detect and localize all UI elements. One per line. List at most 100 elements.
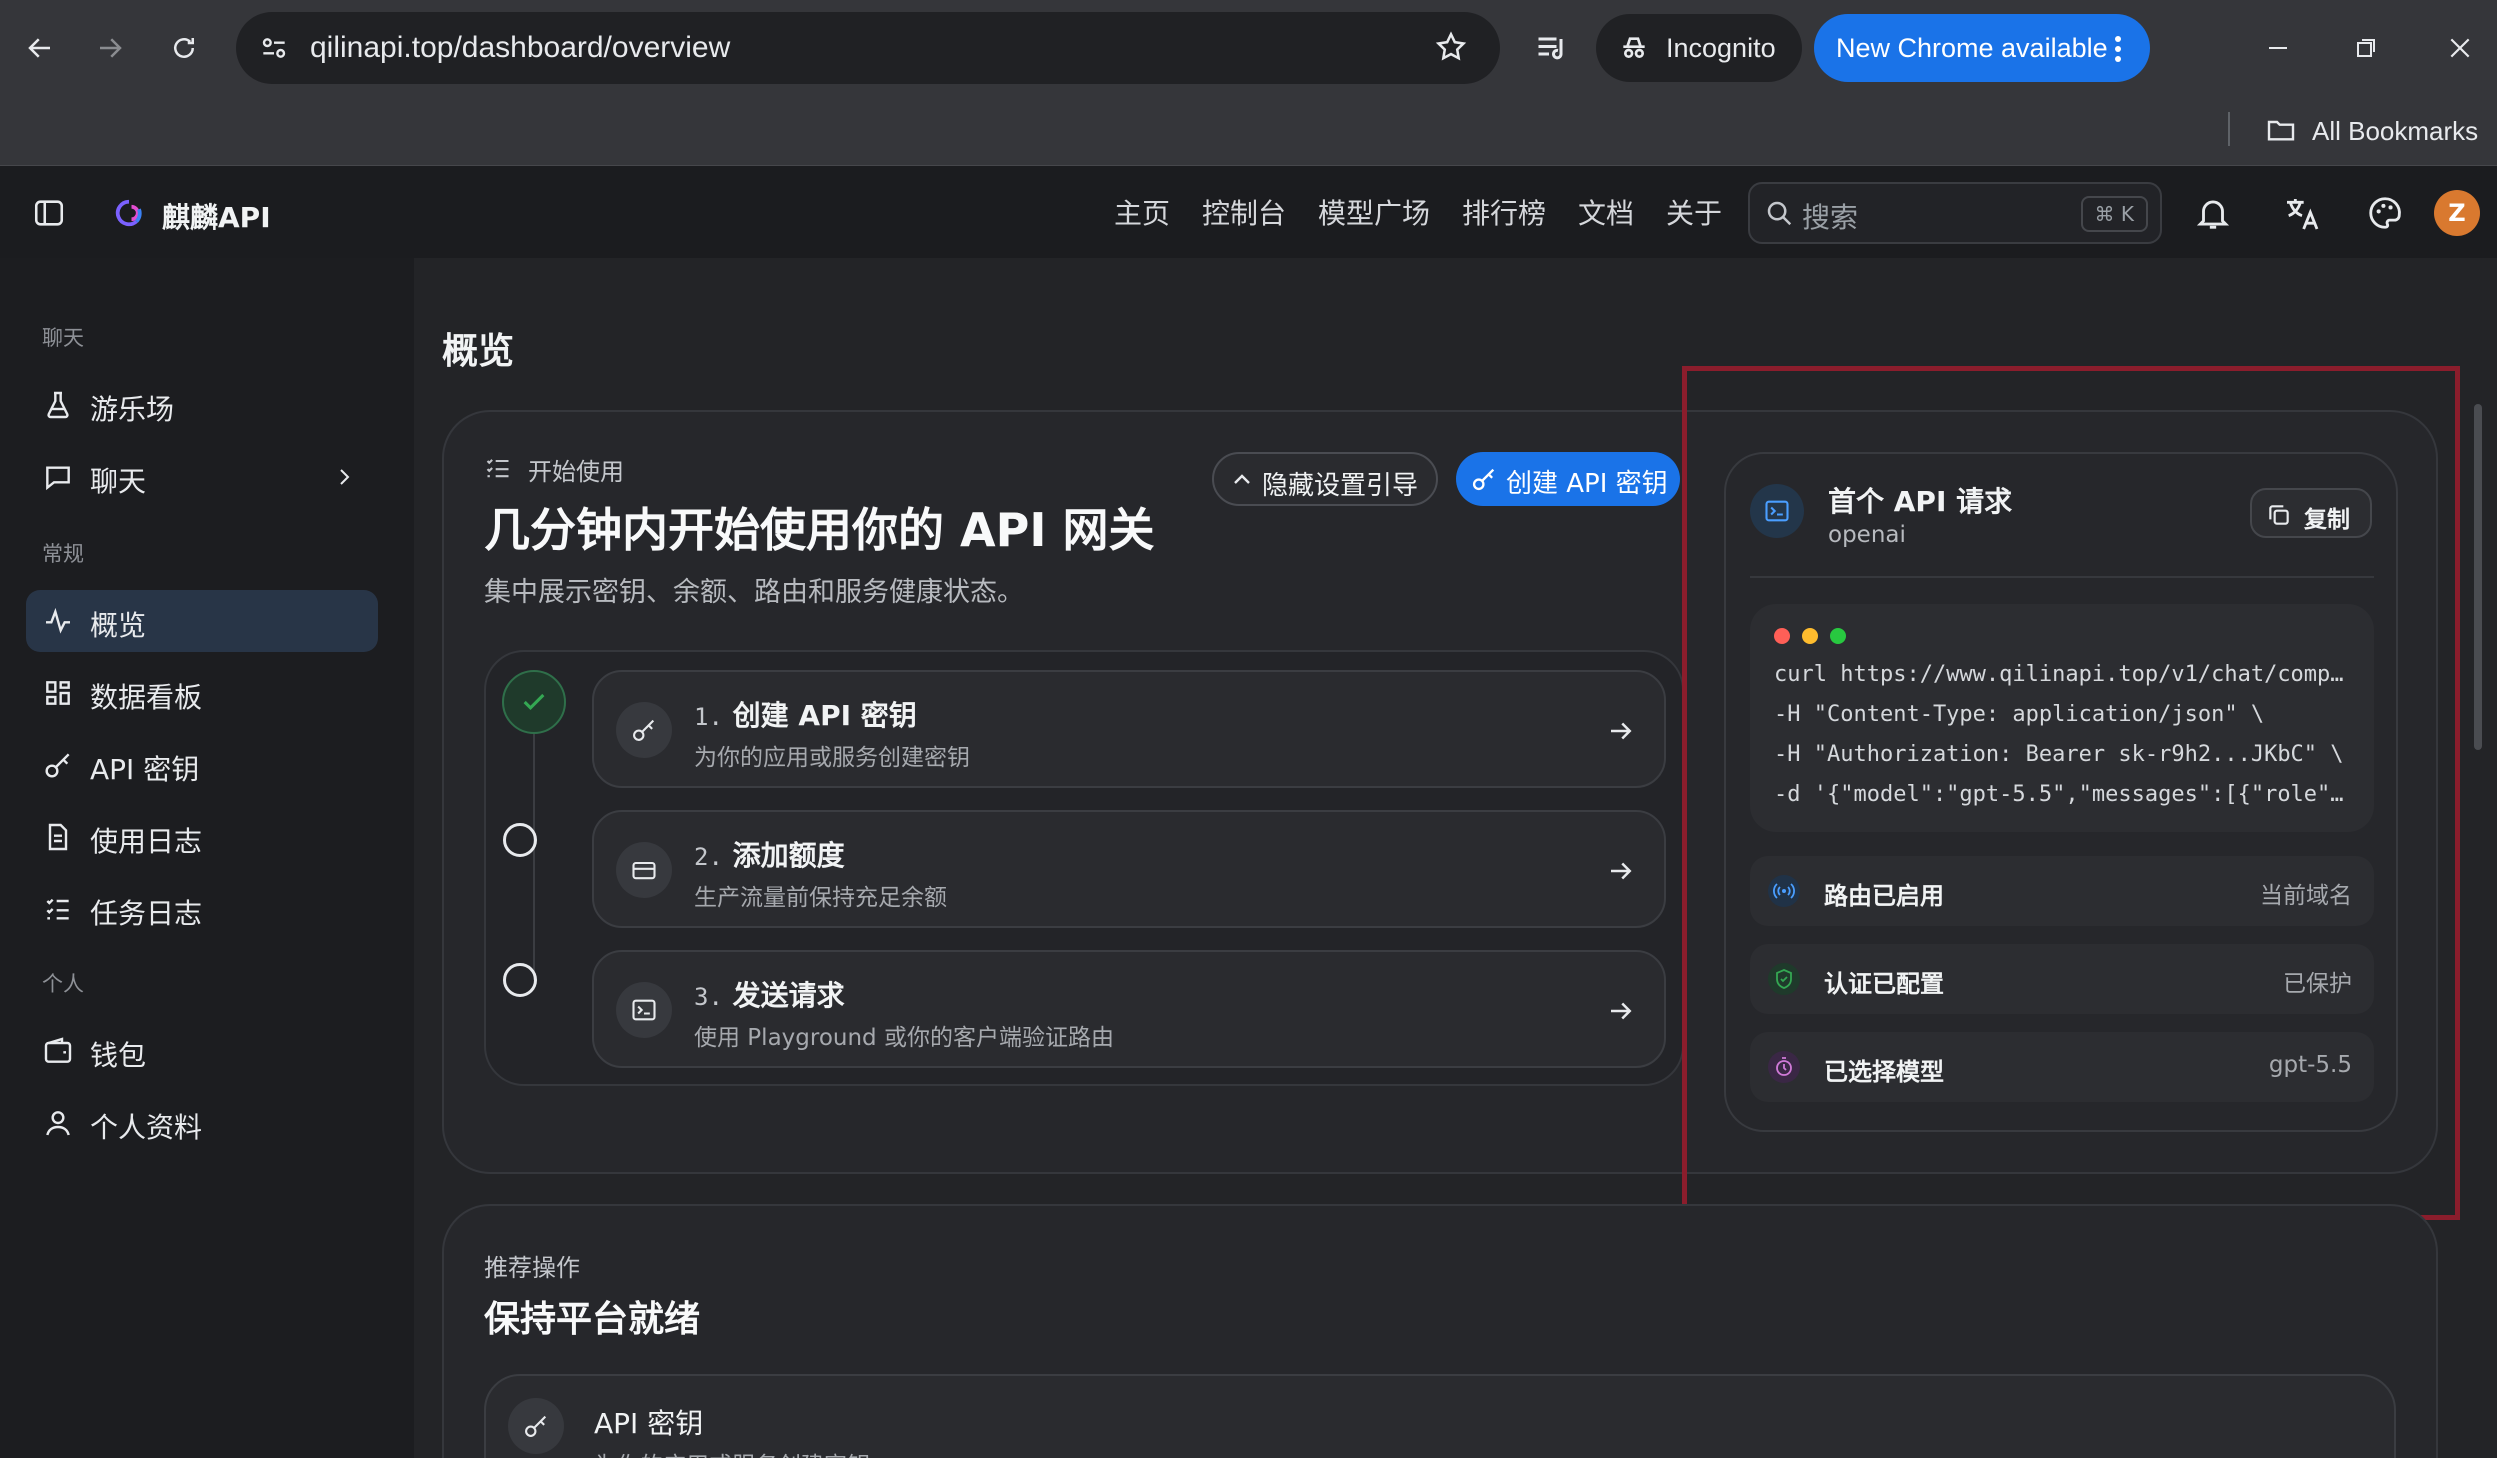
palette-icon[interactable] — [2366, 194, 2404, 232]
sidebar-item-overview[interactable]: 概览 — [26, 590, 378, 652]
flask-icon — [47, 391, 69, 419]
nav-model-square[interactable]: 模型广场 — [1318, 192, 1430, 232]
sidebar: 聊天 游乐场 聊天 常规 概览 数据看板 API 密钥 使用日志 任务日志 个人… — [0, 258, 414, 1458]
step-2-status-pending — [503, 823, 537, 857]
search-box[interactable]: 搜索 ⌘ K — [1748, 182, 2162, 244]
url-text[interactable]: qilinapi.top/dashboard/overview — [310, 12, 730, 84]
step-3-card[interactable]: 3. 发送请求 使用 Playground 或你的客户端验证路由 — [592, 950, 1666, 1068]
step-1-card[interactable]: 1. 创建 API 密钥 为你的应用或服务创建密钥 — [592, 670, 1666, 788]
key-icon — [525, 1415, 547, 1437]
update-label: New Chrome available — [1836, 33, 2108, 63]
arrow-right-icon — [1611, 722, 1632, 740]
step-description: 使用 Playground 或你的客户端验证路由 — [694, 1025, 1114, 1051]
translate-icon[interactable] — [2282, 194, 2322, 234]
sidebar-item-label: 概览 — [90, 609, 147, 642]
sidebar-item-profile[interactable]: 个人资料 — [26, 1092, 378, 1154]
nav-leaderboard[interactable]: 排行榜 — [1462, 192, 1546, 232]
step-icon — [616, 842, 672, 898]
search-shortcut-badge: ⌘ K — [2080, 196, 2148, 232]
hide-guide-button[interactable]: 隐藏设置引导 — [1212, 452, 1438, 506]
sidebar-item-wallet[interactable]: 钱包 — [26, 1020, 378, 1082]
bookmark-star-icon[interactable] — [1434, 30, 1468, 64]
chrome-update-button[interactable]: New Chrome available — [1814, 14, 2150, 82]
sidebar-section-personal: 个人 — [42, 972, 84, 996]
avatar[interactable]: Z — [2434, 190, 2480, 236]
more-vert-icon — [2115, 36, 2121, 62]
close-window-button[interactable] — [2436, 26, 2484, 70]
recommended-item-api-keys[interactable]: API 密钥 为你的应用或服务创建密钥 — [484, 1374, 2396, 1458]
step-icon — [616, 982, 672, 1038]
search-icon — [1767, 201, 1792, 226]
nav-docs[interactable]: 文档 — [1578, 192, 1634, 232]
sidebar-toggle-icon[interactable] — [32, 196, 66, 230]
incognito-icon — [1623, 37, 1645, 58]
all-bookmarks-button[interactable]: All Bookmarks — [2262, 108, 2482, 152]
create-api-key-label: 创建 API 密钥 — [1506, 469, 1668, 499]
nav-home[interactable]: 主页 — [1114, 192, 1170, 232]
forward-button[interactable] — [88, 26, 132, 70]
sidebar-item-task-logs[interactable]: 任务日志 — [26, 878, 378, 940]
bookmarks-bar: All Bookmarks — [0, 98, 2497, 166]
checklist-icon — [486, 459, 509, 478]
media-control-icon[interactable] — [1534, 30, 1570, 66]
step-3-status-pending — [503, 963, 537, 997]
key-icon — [633, 719, 655, 741]
minimize-button[interactable] — [2254, 26, 2302, 70]
step-icon — [616, 702, 672, 758]
all-bookmarks-label: All Bookmarks — [2312, 116, 2479, 146]
app-header: 麒麟API 主页 控制台 模型广场 排行榜 文档 关于 搜索 ⌘ K Z — [0, 166, 2497, 258]
sidebar-item-playground[interactable]: 游乐场 — [26, 374, 378, 436]
sidebar-section-general: 常规 — [42, 542, 84, 566]
back-arrow-icon — [28, 38, 50, 58]
sidebar-item-label: 数据看板 — [90, 681, 203, 714]
folder-icon — [2267, 120, 2295, 141]
sidebar-item-dashboard[interactable]: 数据看板 — [26, 662, 378, 724]
activity-icon — [46, 607, 70, 634]
chat-bubble-icon — [46, 466, 70, 491]
page-title: 概览 — [442, 331, 515, 372]
step-2-card[interactable]: 2. 添加额度 生产流量前保持充足余额 — [592, 810, 1666, 928]
back-button[interactable] — [18, 26, 62, 70]
bell-icon[interactable] — [2194, 194, 2232, 232]
incognito-badge[interactable]: Incognito — [1596, 14, 1802, 82]
getting-started-heading: 几分钟内开始使用你的 API 网关 — [484, 503, 1155, 557]
arrow-right-icon — [1611, 862, 1632, 880]
address-bar[interactable]: qilinapi.top/dashboard/overview — [236, 12, 1500, 84]
chevron-up-icon — [1234, 474, 1250, 484]
nav-about[interactable]: 关于 — [1666, 192, 1722, 232]
sidebar-item-api-keys[interactable]: API 密钥 — [26, 734, 378, 796]
recommended-heading: 保持平台就绪 — [484, 1299, 701, 1340]
sidebar-item-label: 游乐场 — [90, 393, 175, 426]
highlight-frame — [1682, 366, 2460, 1220]
step-title: 1. 创建 API 密钥 — [694, 699, 917, 732]
step-title: 2. 添加额度 — [694, 839, 845, 872]
document-icon — [48, 823, 68, 851]
sidebar-item-label: 个人资料 — [90, 1111, 203, 1144]
nav-console[interactable]: 控制台 — [1202, 192, 1286, 232]
site-info-icon[interactable] — [258, 32, 290, 64]
browser-toolbar: qilinapi.top/dashboard/overview Incognit… — [0, 0, 2497, 98]
step-description: 为你的应用或服务创建密钥 — [694, 745, 970, 771]
restore-button[interactable] — [2342, 26, 2390, 70]
scrollbar-thumb[interactable] — [2474, 404, 2482, 750]
key-icon — [45, 753, 70, 778]
sidebar-item-label: 聊天 — [90, 465, 147, 498]
search-placeholder: 搜索 — [1802, 201, 1859, 234]
brand-logo-icon — [115, 199, 142, 227]
sidebar-item-chat[interactable]: 聊天 — [26, 446, 378, 508]
wallet-icon — [44, 1037, 72, 1063]
create-api-key-button[interactable]: 创建 API 密钥 — [1456, 452, 1680, 506]
sidebar-item-usage-logs[interactable]: 使用日志 — [26, 806, 378, 868]
incognito-label: Incognito — [1666, 33, 1776, 63]
recommended-item-title: API 密钥 — [594, 1407, 704, 1440]
reload-icon — [174, 38, 194, 58]
reload-button[interactable] — [162, 26, 206, 70]
task-list-icon — [46, 898, 69, 920]
dashboard-grid-icon — [46, 681, 70, 705]
credit-card-icon — [632, 861, 656, 880]
recommended-item-desc: 为你的应用或服务创建密钥 — [594, 1446, 870, 1458]
brand[interactable]: 麒麟API — [112, 190, 292, 234]
restore-icon — [2357, 39, 2375, 57]
sidebar-item-label: 任务日志 — [90, 897, 203, 930]
key-icon — [1472, 468, 1495, 491]
